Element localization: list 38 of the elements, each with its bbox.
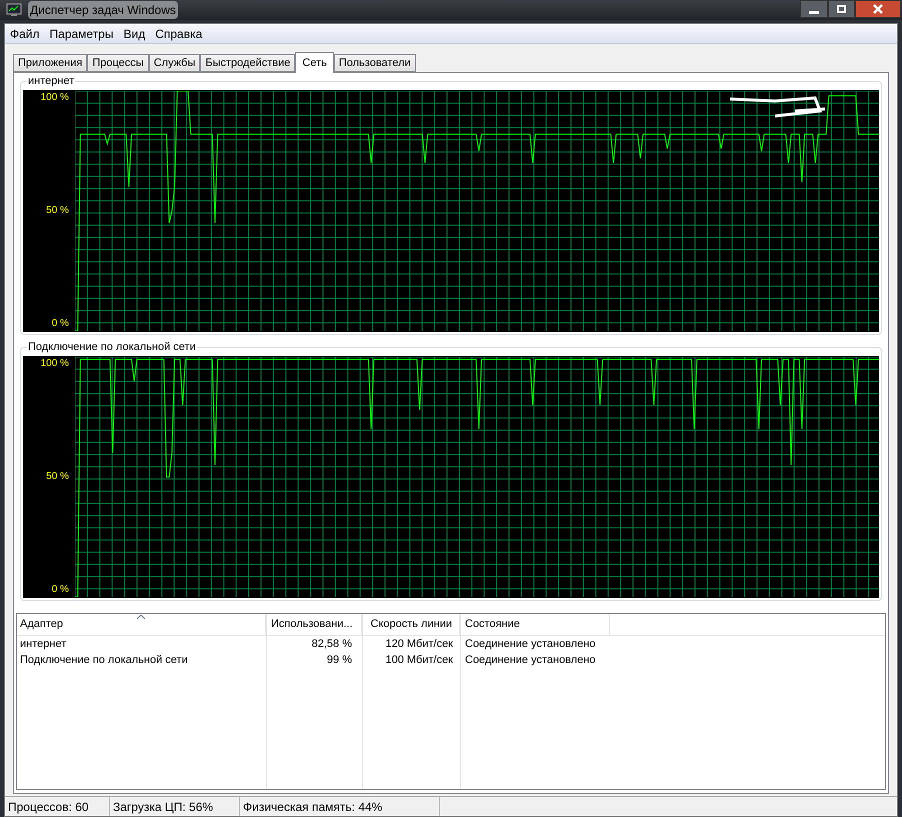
- table-cell-text: Соединение установлено: [464, 636, 597, 652]
- close-icon: [872, 4, 884, 14]
- column-header[interactable]: Состояние: [460, 614, 610, 635]
- axis-label: 0 %: [52, 318, 69, 330]
- table-cell-text: Подключение по локальной сети: [19, 652, 189, 668]
- window-title: Диспетчер задач Windows: [28, 1, 178, 19]
- close-button[interactable]: [855, 0, 901, 18]
- column-header[interactable]: Скорость линии: [362, 614, 460, 635]
- status-text: Процессов: 60: [5, 797, 110, 816]
- group-title: Подключение по локальной сети: [27, 340, 197, 354]
- table-cell-text: 120 Мбит/сек: [384, 636, 454, 652]
- tab[interactable]: Приложения: [13, 54, 88, 72]
- menu-item[interactable]: Параметры: [44, 24, 118, 42]
- minimize-button[interactable]: [800, 0, 828, 18]
- menu-item[interactable]: Вид: [118, 24, 150, 42]
- status-text: Загрузка ЦП: 56%: [110, 797, 240, 816]
- table-cell-text: 100 Мбит/сек: [384, 652, 454, 668]
- maximize-button[interactable]: [828, 0, 855, 18]
- table-cell-text: Соединение установлено: [464, 652, 597, 668]
- axis-label: 0 %: [52, 584, 69, 596]
- axis-label: 100 %: [40, 92, 69, 104]
- tab[interactable]: Службы: [148, 54, 200, 72]
- tab[interactable]: Пользователи: [334, 54, 416, 72]
- axis-label: 50 %: [46, 205, 69, 217]
- axis-label: 100 %: [40, 358, 69, 370]
- table-cell-text: интернет: [19, 636, 68, 652]
- monitor-icon: [6, 3, 22, 17]
- tab[interactable]: Процессы: [87, 54, 149, 72]
- axis-label: 50 %: [46, 471, 69, 483]
- tab[interactable]: Быстродействие: [200, 54, 296, 72]
- table-cell-text: 82,58 %: [310, 636, 353, 652]
- table-cell-text: 99 %: [326, 652, 353, 668]
- menu-item[interactable]: Справка: [150, 24, 208, 42]
- status-text: Физическая память: 44%: [240, 797, 440, 816]
- column-header[interactable]: Адаптер: [17, 614, 266, 635]
- menu-item[interactable]: Файл: [5, 24, 45, 42]
- column-header[interactable]: Использовани...: [266, 614, 362, 635]
- tab[interactable]: Сеть: [295, 52, 334, 73]
